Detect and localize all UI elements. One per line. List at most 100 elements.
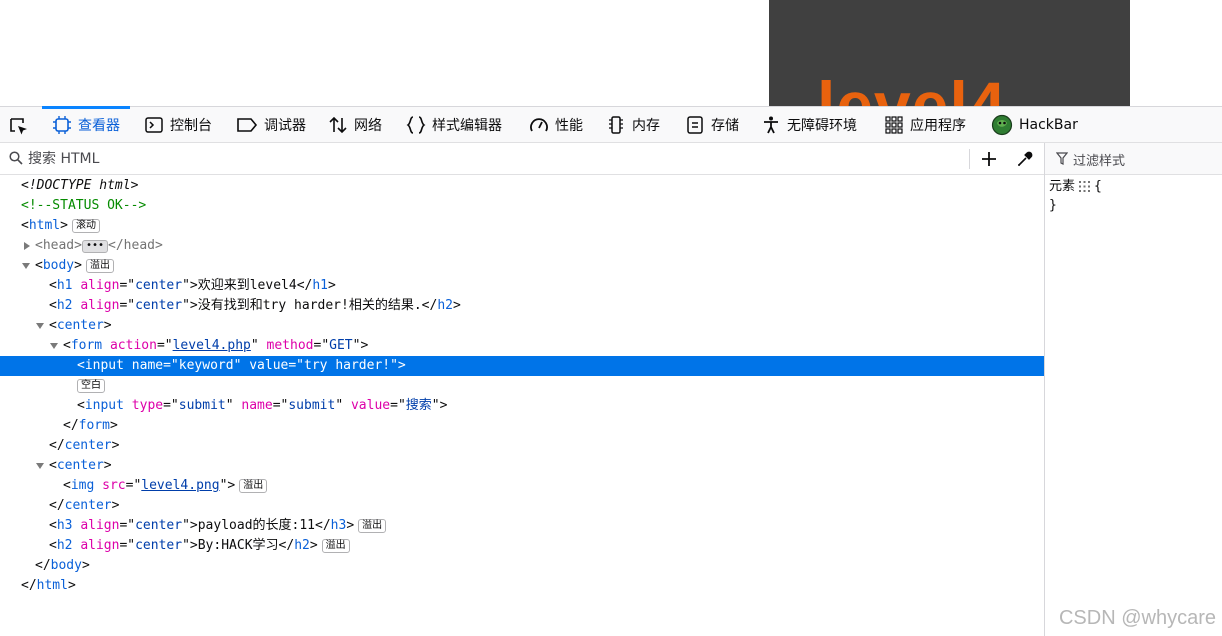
page-preview: level4 (0, 0, 1222, 106)
tab-label: 无障碍环境 (787, 118, 857, 134)
grid-icon[interactable] (1079, 181, 1091, 192)
h3-text: payload的长度:11 (197, 518, 316, 533)
markup-search-bar (0, 143, 1044, 175)
tree-node-input-submit[interactable]: <input type="submit" name="submit" value… (0, 396, 1044, 416)
hackbar-icon (991, 114, 1013, 136)
whitespace-badge[interactable]: 空白 (77, 379, 105, 393)
overflow-badge[interactable]: 溢出 (85, 259, 114, 273)
tab-memory[interactable]: 内存 (606, 107, 660, 143)
application-icon (885, 116, 903, 134)
close-brace: } (1049, 198, 1057, 213)
h2b-text: By:HACK学习 (197, 538, 279, 553)
watermark: CSDN @whycare (1058, 607, 1216, 629)
h2-text: 没有找到和try harder!相关的结果. (197, 298, 422, 313)
input2-type: submit (178, 398, 226, 413)
img-src-link[interactable]: level4.png (141, 478, 219, 493)
tab-inspector[interactable]: 查看器 (42, 106, 130, 143)
tree-node-center-2-close[interactable]: </center> (0, 496, 1044, 516)
tree-node-h2-b[interactable]: <h2 align="center">By:HACK学习</h2> 溢出 (0, 536, 1044, 556)
overflow-badge[interactable]: 溢出 (239, 479, 268, 493)
scroll-badge[interactable]: 滚动 (71, 219, 100, 233)
collapse-twisty-icon[interactable] (50, 343, 58, 349)
open-brace: { (1094, 179, 1102, 194)
input2-name: submit (288, 398, 336, 413)
eyedropper-icon[interactable] (1016, 150, 1034, 168)
element-picker-icon[interactable] (8, 116, 30, 138)
filter-icon (1056, 152, 1068, 165)
comment-text: <!--STATUS OK--> (21, 198, 147, 213)
form-action-link[interactable]: level4.php (173, 338, 251, 353)
style-editor-icon (406, 116, 426, 134)
collapse-twisty-icon[interactable] (36, 463, 44, 469)
add-node-icon[interactable] (980, 150, 998, 168)
tree-node-input-selected[interactable]: <input name="keyword" value="try harder!… (0, 356, 1044, 376)
filter-styles-bar[interactable]: 过滤样式 (1045, 143, 1222, 175)
tree-node-center[interactable]: <center> (0, 316, 1044, 336)
rules-pane: 过滤样式 元素 { } (1044, 143, 1222, 636)
devtools-toolbar: 查看器 控制台 调试器 网络 样式编辑器 性能 内存 存储 无障碍环境 应用程序… (0, 106, 1222, 143)
ellipsis-icon[interactable]: ••• (81, 240, 109, 253)
inspector-icon (53, 116, 71, 134)
doctype-text: <!DOCTYPE html> (21, 178, 139, 193)
tab-label: 应用程序 (910, 118, 966, 134)
input-name: keyword (178, 358, 234, 373)
input2-value: 搜索 (405, 398, 432, 413)
tab-storage[interactable]: 存储 (685, 107, 739, 143)
tree-node-comment[interactable]: <!--STATUS OK--> (0, 196, 1044, 216)
tree-node-doctype[interactable]: <!DOCTYPE html> (0, 176, 1044, 196)
tree-node-form-close[interactable]: </form> (0, 416, 1044, 436)
tree-node-h3[interactable]: <h3 align="center">payload的长度:11</h3> 溢出 (0, 516, 1044, 536)
tree-node-center-2[interactable]: <center> (0, 456, 1044, 476)
element-rule: 元素 { } (1045, 175, 1222, 215)
tab-network[interactable]: 网络 (328, 107, 382, 143)
tab-label: 查看器 (78, 118, 120, 134)
tree-node-html[interactable]: <html> 滚动 (0, 216, 1044, 236)
tab-performance[interactable]: 性能 (529, 107, 583, 143)
tab-label: 内存 (632, 118, 660, 134)
network-icon (329, 116, 347, 134)
overflow-badge[interactable]: 溢出 (358, 519, 387, 533)
tree-node-img[interactable]: <img src="level4.png"> 溢出 (0, 476, 1044, 496)
h1-text: 欢迎来到level4 (197, 278, 297, 293)
tab-accessibility[interactable]: 无障碍环境 (761, 107, 857, 143)
tab-label: HackBar (1019, 117, 1078, 133)
tab-console[interactable]: 控制台 (144, 107, 212, 143)
tab-application[interactable]: 应用程序 (884, 107, 966, 143)
tree-node-head[interactable]: <head> ••• </head> (0, 236, 1044, 256)
tab-label: 控制台 (170, 118, 212, 134)
tab-debugger[interactable]: 调试器 (236, 107, 306, 143)
tab-label: 存储 (711, 118, 739, 134)
debugger-icon (237, 118, 258, 132)
tab-label: 样式编辑器 (432, 118, 502, 134)
overflow-badge[interactable]: 溢出 (321, 539, 350, 553)
tab-label: 调试器 (264, 118, 306, 134)
form-method: GET (329, 338, 353, 353)
storage-icon (687, 116, 703, 134)
performance-icon (530, 118, 548, 132)
markup-tree: <!DOCTYPE html> <!--STATUS OK--> <html> 滚… (0, 176, 1044, 596)
input-value: try harder! (304, 358, 391, 373)
tab-style-editor[interactable]: 样式编辑器 (406, 107, 502, 143)
memory-icon (609, 116, 623, 134)
divider (969, 149, 970, 169)
console-icon (145, 117, 163, 133)
tab-label: 网络 (354, 118, 382, 134)
tab-label: 性能 (555, 118, 583, 134)
tree-node-form[interactable]: <form action="level4.php" method="GET"> (0, 336, 1044, 356)
collapse-twisty-icon[interactable] (22, 263, 30, 269)
level4-logo-text: level4 (817, 68, 1007, 106)
filter-styles-placeholder: 过滤样式 (1073, 154, 1126, 169)
tree-node-center-close[interactable]: </center> (0, 436, 1044, 456)
tree-node-h2[interactable]: <h2 align="center">没有找到和try harder!相关的结果… (0, 296, 1044, 316)
expand-twisty-icon[interactable] (24, 242, 30, 250)
tree-node-body-close[interactable]: </body> (0, 556, 1044, 576)
search-html-input[interactable] (28, 149, 928, 169)
tree-node-whitespace[interactable]: 空白 (0, 376, 1044, 396)
rule-selector: 元素 (1049, 179, 1076, 194)
tree-node-body[interactable]: <body> 溢出 (0, 256, 1044, 276)
tab-hackbar[interactable]: HackBar (991, 107, 1078, 143)
collapse-twisty-icon[interactable] (36, 323, 44, 329)
tree-node-h1[interactable]: <h1 align="center">欢迎来到level4</h1> (0, 276, 1044, 296)
search-icon (9, 151, 23, 165)
tree-node-html-close[interactable]: </html> (0, 576, 1044, 596)
